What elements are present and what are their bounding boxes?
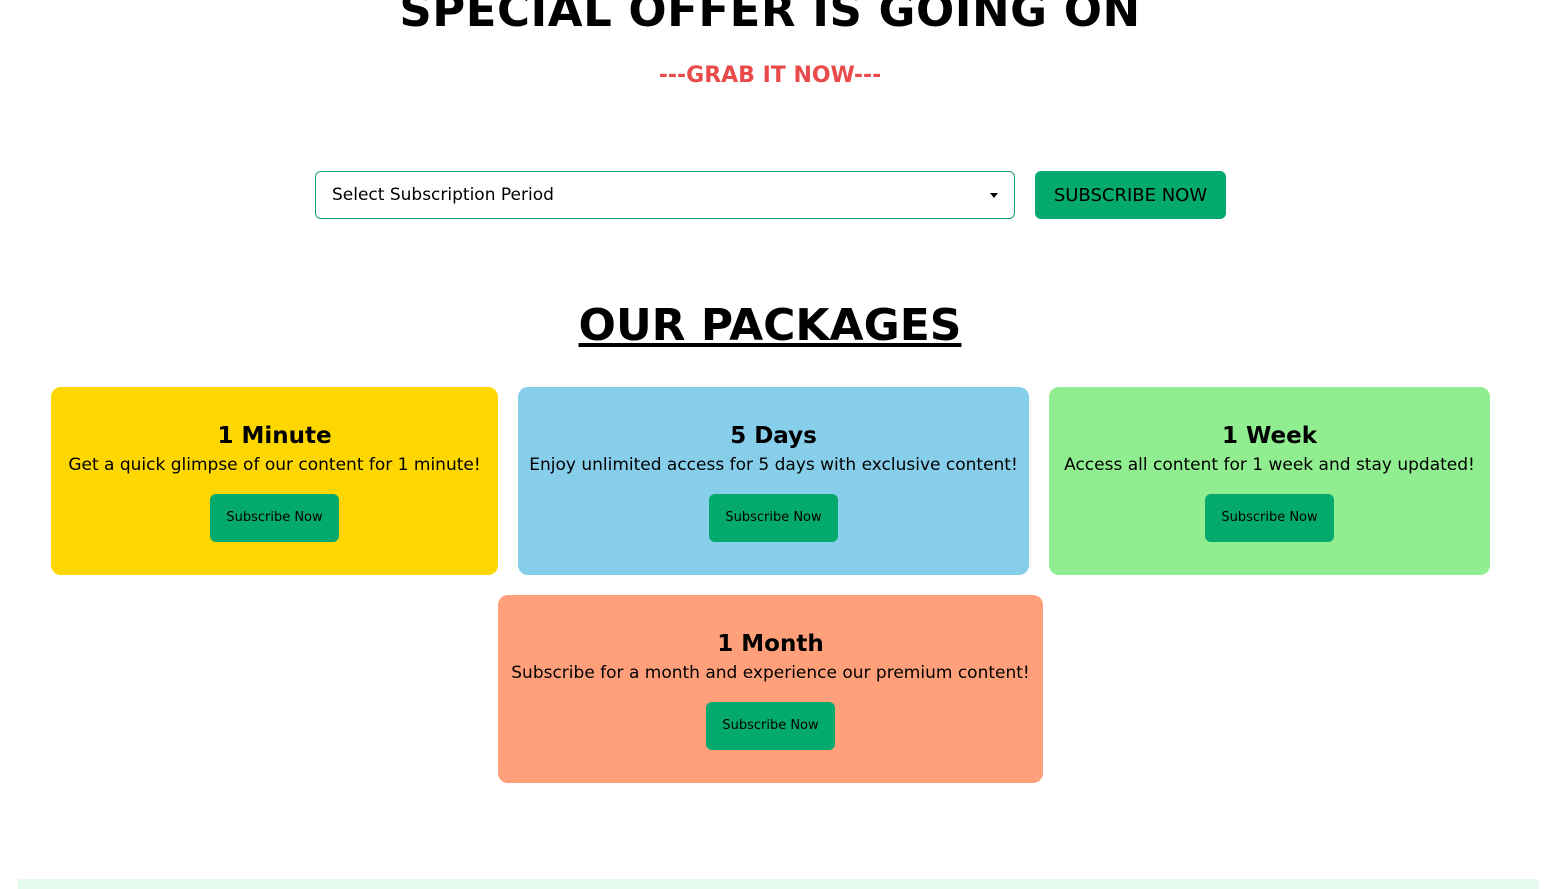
package-subscribe-button[interactable]: Subscribe Now xyxy=(706,701,835,750)
package-description: Enjoy unlimited access for 5 days with e… xyxy=(529,454,1018,475)
package-card-1-month: 1 Month Subscribe for a month and experi… xyxy=(498,595,1043,783)
subscribe-form: Select Subscription Period SUBSCRIBE NOW xyxy=(315,171,1226,219)
package-card-1-minute: 1 Minute Get a quick glimpse of our cont… xyxy=(51,387,498,575)
page: SPECIAL OFFER IS GOING ON ---GRAB IT NOW… xyxy=(0,0,1566,889)
hero-title: SPECIAL OFFER IS GOING ON xyxy=(399,0,1141,37)
package-subscribe-button[interactable]: Subscribe Now xyxy=(210,493,339,542)
package-description: Get a quick glimpse of our content for 1… xyxy=(68,454,481,475)
package-name: 1 Minute xyxy=(217,423,332,449)
package-description: Subscribe for a month and experience our… xyxy=(511,662,1030,683)
package-subscribe-button[interactable]: Subscribe Now xyxy=(709,493,838,542)
subscription-period-select[interactable]: Select Subscription Period xyxy=(315,171,1015,219)
package-card-1-week: 1 Week Access all content for 1 week and… xyxy=(1049,387,1490,575)
package-description: Access all content for 1 week and stay u… xyxy=(1064,454,1475,475)
package-name: 1 Week xyxy=(1221,423,1318,449)
subscription-period-value: Select Subscription Period xyxy=(332,185,554,205)
chevron-down-icon xyxy=(990,193,998,198)
package-name: 1 Month xyxy=(717,631,824,657)
package-subscribe-button[interactable]: Subscribe Now xyxy=(1205,493,1334,542)
package-card-5-days: 5 Days Enjoy unlimited access for 5 days… xyxy=(518,387,1029,575)
subscribe-now-button[interactable]: SUBSCRIBE NOW xyxy=(1035,171,1226,219)
footer xyxy=(18,879,1539,889)
package-name: 5 Days xyxy=(730,423,817,449)
packages-title: OUR PACKAGES xyxy=(578,300,962,351)
hero-subtitle: ---GRAB IT NOW--- xyxy=(658,63,882,88)
